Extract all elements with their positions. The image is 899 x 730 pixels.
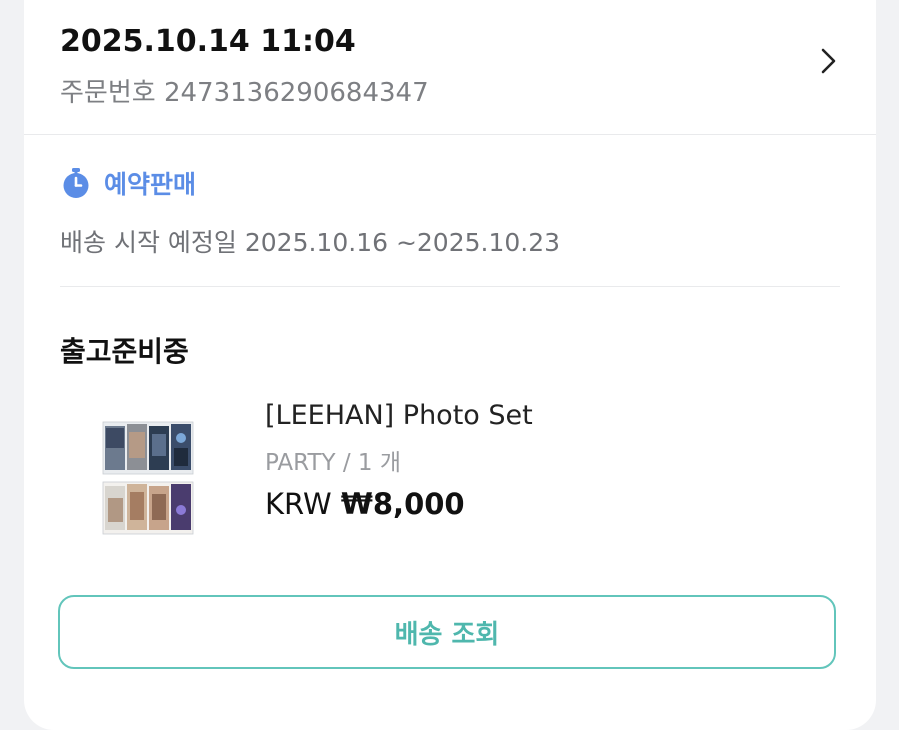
order-header[interactable]: 2025.10.14 11:04 주문번호 2473136290684347	[24, 0, 876, 135]
preorder-badge: 예약판매	[60, 166, 196, 200]
product-price: KRW ₩8,000	[265, 487, 465, 521]
track-shipment-button[interactable]: 배송 조회	[58, 595, 836, 669]
order-datetime: 2025.10.14 11:04	[60, 24, 356, 59]
order-number-label: 주문번호	[60, 78, 156, 108]
price-amount: ₩8,000	[340, 487, 465, 521]
preorder-label: 예약판매	[104, 170, 197, 199]
section-divider	[60, 286, 840, 287]
chevron-right-icon[interactable]	[814, 46, 844, 76]
product-option: PARTY / 1 개	[265, 450, 402, 476]
product-thumbnail[interactable]	[100, 418, 196, 538]
order-number-value: 2473136290684347	[163, 78, 429, 108]
ship-start-date: 배송 시작 예정일 2025.10.16 ~2025.10.23	[60, 223, 560, 259]
stopwatch-icon	[63, 168, 89, 198]
ship-start-label: 배송 시작 예정일	[60, 228, 237, 257]
order-number-line: 주문번호 2473136290684347	[60, 72, 429, 109]
product-name[interactable]: [LEEHAN] Photo Set	[265, 400, 533, 431]
shipment-status: 출고준비중	[60, 335, 189, 368]
ship-start-range: 2025.10.16 ~2025.10.23	[244, 228, 561, 257]
price-currency: KRW	[265, 487, 332, 521]
